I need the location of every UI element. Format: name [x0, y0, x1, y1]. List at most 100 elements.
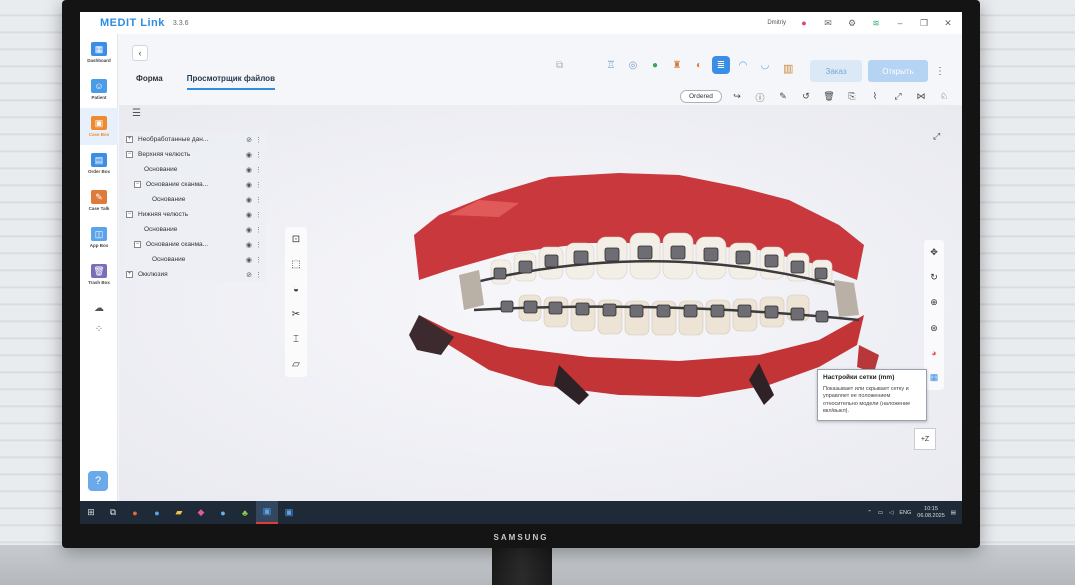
section-view-icon[interactable]: ◒: [293, 284, 299, 295]
arch-icon[interactable]: ◡: [756, 56, 774, 74]
apps-grid-icon[interactable]: ⁘: [80, 324, 118, 335]
tab-form[interactable]: Форма: [136, 74, 163, 90]
task-view-icon[interactable]: ⧉: [102, 501, 124, 524]
app-pink-icon[interactable]: ◆: [190, 501, 212, 524]
row-menu-icon[interactable]: ⋮: [255, 211, 262, 219]
restore-icon[interactable]: ❐: [918, 18, 930, 29]
notification-icon[interactable]: ●: [798, 18, 810, 28]
visibility-icon[interactable]: ◉: [246, 211, 252, 219]
collapse-toggle-icon[interactable]: −: [126, 211, 133, 218]
volume-icon[interactable]: ◁: [889, 510, 893, 516]
help-button[interactable]: ?: [88, 471, 108, 491]
row-menu-icon[interactable]: ⋮: [255, 181, 262, 189]
announcement-icon[interactable]: ✉: [822, 18, 834, 29]
tree-row-upper-base[interactable]: Основание ◉ ⋮: [124, 162, 266, 177]
visibility-hidden-icon[interactable]: ⊘: [246, 136, 252, 144]
file-explorer-icon[interactable]: ▰: [168, 501, 190, 524]
collapse-toggle-icon[interactable]: −: [134, 241, 141, 248]
row-menu-icon[interactable]: ⋮: [255, 166, 262, 174]
tree-row-lower-scanbody-base-child[interactable]: Основание ◉ ⋮: [124, 252, 266, 267]
browser-icon[interactable]: ●: [146, 501, 168, 524]
zoom-area-icon[interactable]: ⊛: [930, 323, 938, 334]
cloud-upload-icon[interactable]: ☁: [80, 303, 118, 314]
layers-list-icon[interactable]: ☰: [132, 108, 141, 119]
sidebar-item-patient[interactable]: ☺ Patient: [80, 71, 118, 108]
crown-icon[interactable]: ♜: [668, 56, 686, 74]
fit-view-icon[interactable]: ⊡: [292, 234, 300, 245]
clock[interactable]: 10:15 06.08.2025: [917, 506, 945, 519]
firefox-icon[interactable]: ●: [124, 501, 146, 524]
visibility-icon[interactable]: ◉: [246, 226, 252, 234]
export-icon[interactable]: ⤢: [891, 91, 905, 104]
collapse-toggle-icon[interactable]: −: [134, 181, 141, 188]
visibility-icon[interactable]: ◉: [246, 181, 252, 189]
row-menu-icon[interactable]: ⋮: [255, 196, 262, 204]
tab-file-viewer[interactable]: Просмотрщик файлов: [186, 74, 275, 90]
printer-icon[interactable]: ▥: [783, 62, 793, 75]
info-icon[interactable]: ⓘ: [753, 91, 767, 104]
document-icon[interactable]: ⧉: [556, 60, 563, 71]
visibility-icon[interactable]: ◉: [246, 256, 252, 264]
row-menu-icon[interactable]: ⋮: [255, 241, 262, 249]
grid-settings-icon[interactable]: ▦: [930, 372, 939, 383]
row-menu-icon[interactable]: ⋮: [255, 151, 262, 159]
model-icon[interactable]: ●: [646, 56, 664, 74]
expand-toggle-icon[interactable]: +: [126, 271, 133, 278]
user-name[interactable]: Dmitriy: [767, 20, 786, 26]
color-mode-icon[interactable]: ◕: [931, 348, 936, 358]
settings-gear-icon[interactable]: ⚙: [846, 18, 858, 29]
tree-row-lower-base[interactable]: Основание ◉ ⋮: [124, 222, 266, 237]
order-button[interactable]: Заказ: [810, 60, 862, 82]
select-area-icon[interactable]: ⬚: [291, 259, 300, 270]
network-icon[interactable]: ▭: [878, 510, 883, 516]
tree-row-occlusion[interactable]: + Окклюзия ⊘ ⋮: [124, 267, 266, 282]
tree-row-lower-jaw[interactable]: − Нижняя челюсть ◉ ⋮: [124, 207, 266, 222]
sidebar-item-order-box[interactable]: ▤ Order Box: [80, 145, 118, 182]
tree-row-raw-data[interactable]: + Необработанные дан... ⊘ ⋮: [124, 132, 266, 147]
fullscreen-icon[interactable]: ⤢: [933, 131, 940, 142]
sidebar-item-case-talk[interactable]: ✎ Case Talk: [80, 182, 118, 219]
collapse-toggle-icon[interactable]: −: [126, 151, 133, 158]
visibility-hidden-icon[interactable]: ⊘: [246, 271, 252, 279]
notifications-icon[interactable]: ▤: [951, 510, 956, 516]
tray-arrow-icon[interactable]: ⌃: [867, 510, 872, 516]
scan-icon[interactable]: ◎: [624, 56, 642, 74]
more-options-icon[interactable]: ⋮: [935, 66, 945, 77]
tree-row-upper-jaw[interactable]: − Верхняя челюсть ◉ ⋮: [124, 147, 266, 162]
ortho-icon[interactable]: ≣: [712, 56, 730, 74]
app-colorful-icon[interactable]: ♣: [234, 501, 256, 524]
close-icon[interactable]: ✕: [942, 18, 954, 29]
language-indicator[interactable]: ENG: [899, 510, 911, 516]
attach-icon[interactable]: ⌇: [868, 91, 882, 104]
sidebar-item-case-box[interactable]: ▣ Case Box: [80, 108, 118, 145]
move-icon[interactable]: ✥: [930, 247, 938, 258]
expand-toggle-icon[interactable]: +: [126, 136, 133, 143]
note-icon[interactable]: ✎: [776, 91, 790, 104]
copy-icon[interactable]: ⎘: [845, 91, 859, 104]
tooth-icon[interactable]: ♖: [602, 56, 620, 74]
visibility-icon[interactable]: ◉: [246, 196, 252, 204]
visibility-icon[interactable]: ◉: [246, 151, 252, 159]
network-share-icon[interactable]: ⋈: [914, 91, 928, 104]
tree-row-lower-scanbody-base[interactable]: − Основание сканма... ◉ ⋮: [124, 237, 266, 252]
wifi-icon[interactable]: ≋: [870, 18, 882, 29]
minimize-icon[interactable]: –: [894, 18, 906, 28]
medit-link-taskbar-icon[interactable]: ▣: [256, 501, 278, 524]
medit-app-taskbar-icon[interactable]: ▣: [278, 501, 300, 524]
zoom-in-icon[interactable]: ⊕: [930, 297, 938, 308]
tooth-settings-icon[interactable]: ♘: [937, 91, 951, 104]
sidebar-item-trash-box[interactable]: 🗑 Trash Box: [80, 256, 118, 293]
measure-icon[interactable]: ⌶: [293, 334, 299, 345]
row-menu-icon[interactable]: ⋮: [255, 136, 262, 144]
share-icon[interactable]: ↪: [730, 91, 744, 104]
tree-row-upper-scanbody-base[interactable]: − Основание сканма... ◉ ⋮: [124, 177, 266, 192]
visibility-icon[interactable]: ◉: [246, 166, 252, 174]
history-icon[interactable]: ↺: [799, 91, 813, 104]
delete-icon[interactable]: 🗑: [822, 91, 836, 104]
row-menu-icon[interactable]: ⋮: [255, 226, 262, 234]
back-button[interactable]: ‹: [132, 45, 148, 61]
start-icon[interactable]: ⊞: [80, 501, 102, 524]
row-menu-icon[interactable]: ⋮: [255, 271, 262, 279]
visibility-icon[interactable]: ◉: [246, 241, 252, 249]
sidebar-item-app-box[interactable]: ◫ App Box: [80, 219, 118, 256]
